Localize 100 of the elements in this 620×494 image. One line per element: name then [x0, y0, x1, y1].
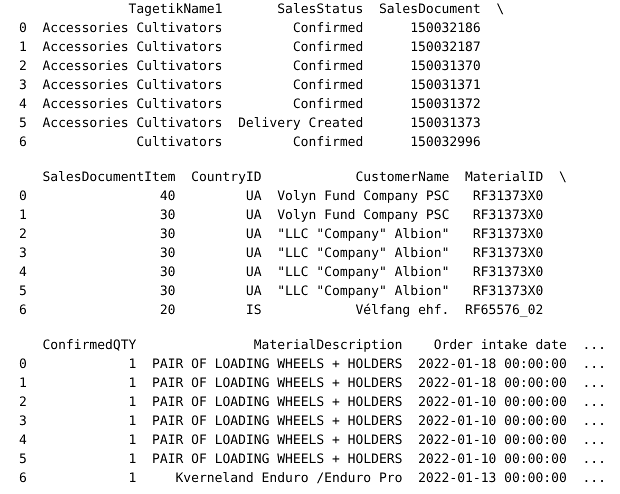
table-cell-text: 40: [160, 188, 176, 206]
table-cell-text: Accessories Cultivators: [42, 115, 222, 133]
table-cell-text: Confirmed: [292, 39, 364, 57]
column-header: MaterialDescription: [254, 337, 402, 355]
table-cell-text: 30: [160, 207, 176, 225]
table-cell-text: 1: [128, 451, 136, 469]
row-index: 6: [19, 302, 27, 320]
table-cell-text: RF31373X0: [472, 226, 544, 244]
table-cell-text: PAIR OF LOADING WHEELS + HOLDERS: [152, 375, 402, 393]
table-cell-text: 150031373: [410, 115, 481, 133]
table-cell-text: 1: [128, 413, 136, 431]
table-cell-text: 2022-01-10 00:00:00: [418, 394, 567, 412]
ellipsis: ...: [582, 451, 606, 469]
ellipsis: ...: [582, 337, 606, 355]
column-header: ConfirmedQTY: [42, 337, 136, 355]
row-index: 1: [19, 207, 27, 225]
table-cell-text: "LLC "Company" Albion": [277, 245, 450, 263]
column-header: SalesDocument: [378, 1, 481, 19]
table-cell-text: 20: [160, 302, 176, 320]
table-cell-text: PAIR OF LOADING WHEELS + HOLDERS: [152, 432, 402, 450]
table-cell-text: Accessories Cultivators: [42, 39, 222, 57]
row-index: 2: [19, 226, 27, 244]
table-cell-text: Confirmed: [292, 20, 364, 38]
table-cell-text: RF31373X0: [472, 264, 544, 282]
table-cell-text: 150031371: [410, 77, 481, 95]
table-cell-text: 2022-01-18 00:00:00: [418, 375, 567, 393]
ellipsis: ...: [582, 432, 606, 450]
table-cell-text: Confirmed: [292, 134, 364, 152]
table-cell-text: RF31373X0: [472, 188, 544, 206]
table-cell-text: Volyn Fund Company PSC: [277, 207, 450, 225]
table-cell-text: "LLC "Company" Albion": [277, 283, 450, 301]
table-cell-text: 1: [128, 470, 136, 488]
table-cell-text: RF31373X0: [472, 245, 544, 263]
table-cell-text: 1: [128, 394, 136, 412]
continuation-mark: \: [496, 1, 504, 19]
table-cell-text: RF31373X0: [472, 283, 544, 301]
row-index: 2: [19, 394, 27, 412]
table-cell-text: Volyn Fund Company PSC: [277, 188, 450, 206]
table-cell-text: Accessories Cultivators: [42, 77, 222, 95]
table-cell-text: 150031370: [410, 58, 481, 76]
row-index: 4: [19, 432, 27, 450]
table-cell-text: 150031372: [410, 96, 481, 114]
table-cell-text: "LLC "Company" Albion": [277, 264, 450, 282]
row-index: 1: [19, 39, 27, 57]
table-cell-text: Delivery Created: [238, 115, 364, 133]
row-index: 5: [19, 115, 27, 133]
table-cell-text: 30: [160, 226, 176, 244]
row-index: 3: [19, 413, 27, 431]
table-cell-text: Accessories Cultivators: [42, 96, 222, 114]
ellipsis: ...: [582, 413, 606, 431]
table-cell-text: IS: [246, 302, 262, 320]
table-cell-text: Kverneland Enduro /Enduro Pro: [175, 470, 402, 488]
table-cell-text: 1: [128, 375, 136, 393]
column-header: TagetikName1: [128, 1, 222, 19]
row-index: 4: [19, 96, 27, 114]
ellipsis: ...: [582, 470, 606, 488]
table-cell-text: UA: [246, 226, 262, 244]
table-cell-text: 2022-01-10 00:00:00: [418, 432, 567, 450]
table-cell-text: 30: [160, 283, 176, 301]
ellipsis: ...: [582, 394, 606, 412]
table-cell-text: 150032996: [410, 134, 481, 152]
table-cell-text: Confirmed: [292, 96, 364, 114]
table-cell-text: 150032186: [410, 20, 481, 38]
table-cell-text: Cultivators: [136, 134, 222, 152]
table-cell-text: PAIR OF LOADING WHEELS + HOLDERS: [152, 413, 402, 431]
table-cell-text: Accessories Cultivators: [42, 58, 222, 76]
table-cell-text: Confirmed: [292, 58, 364, 76]
row-index: 0: [19, 356, 27, 374]
column-header: SalesStatus: [277, 1, 364, 19]
table-cell-text: 1: [128, 432, 136, 450]
table-cell-text: UA: [246, 188, 262, 206]
row-index: 1: [19, 375, 27, 393]
table-cell-text: RF65576_02: [465, 302, 544, 320]
row-index: 4: [19, 264, 27, 282]
table-cell-text: 2022-01-10 00:00:00: [418, 451, 567, 469]
table-cell-text: Vélfang ehf.: [355, 302, 450, 320]
table-cell-text: Confirmed: [292, 77, 364, 95]
row-index: 6: [19, 134, 27, 152]
table-cell-text: 150032187: [410, 39, 481, 57]
table-cell-text: "LLC "Company" Albion": [277, 226, 450, 244]
row-index: 5: [19, 283, 27, 301]
column-header: CustomerName: [355, 169, 450, 187]
table-cell-text: UA: [246, 283, 262, 301]
table-cell-text: PAIR OF LOADING WHEELS + HOLDERS: [152, 451, 402, 469]
table-cell-text: 30: [160, 245, 176, 263]
table-cell-text: RF31373X0: [472, 207, 544, 225]
row-index: 2: [19, 58, 27, 76]
table-cell-text: 2022-01-10 00:00:00: [418, 413, 567, 431]
column-header: MaterialID: [465, 169, 544, 187]
table-cell-text: UA: [246, 245, 262, 263]
column-header: Order intake date: [434, 337, 567, 355]
table-cell-text: PAIR OF LOADING WHEELS + HOLDERS: [152, 356, 402, 374]
row-index: 0: [19, 20, 27, 38]
table-cell-text: 1: [128, 356, 136, 374]
row-index: 0: [19, 188, 27, 206]
continuation-mark: \: [558, 169, 567, 187]
row-index: 3: [19, 77, 27, 95]
ellipsis: ...: [582, 356, 606, 374]
row-index: 5: [19, 451, 27, 469]
table-cell-text: 30: [160, 264, 176, 282]
